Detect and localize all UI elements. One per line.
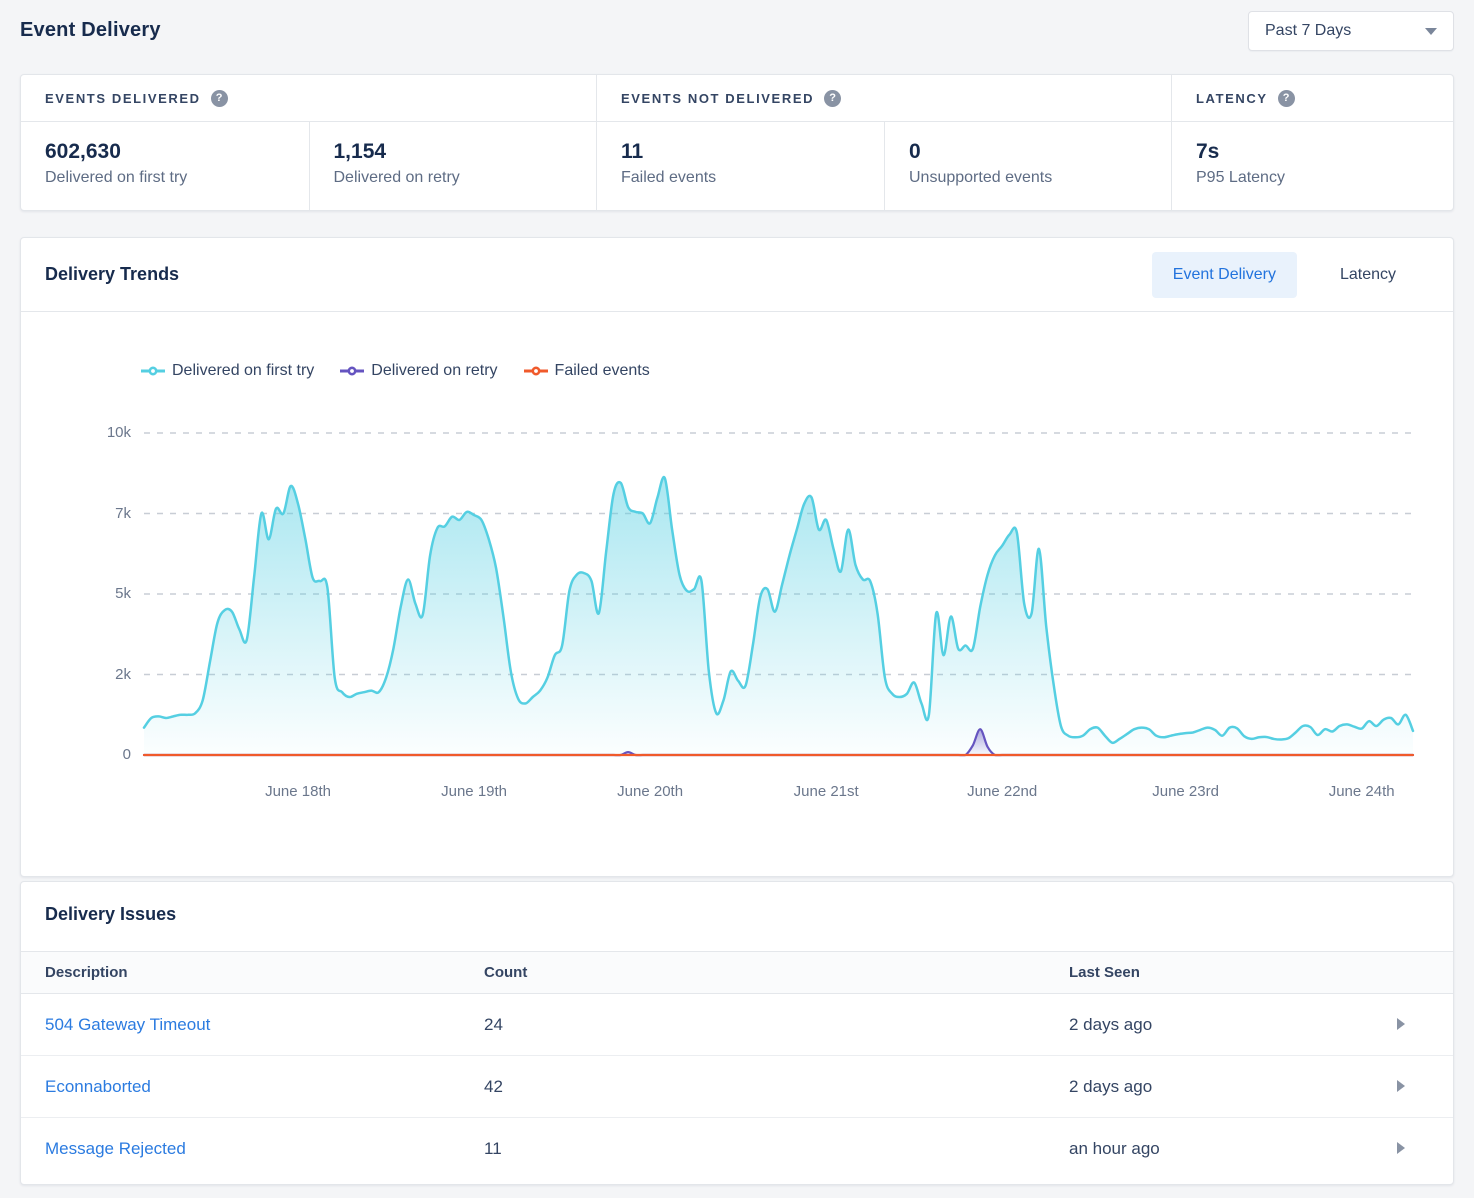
stat-caption: Failed events	[621, 169, 860, 187]
legend-label: Failed events	[555, 362, 650, 380]
x-axis-label: June 20th	[590, 783, 710, 800]
time-range-dropdown[interactable]: Past 7 Days	[1248, 11, 1454, 51]
legend-line-dot-icon	[340, 366, 364, 376]
delivery-trends-card: Delivery Trends Event Delivery Latency D…	[20, 237, 1454, 877]
issues-table-header: Description Count Last Seen	[21, 951, 1453, 994]
help-icon[interactable]: ?	[1278, 90, 1295, 107]
top-bar: Event Delivery Past 7 Days	[20, 0, 1454, 60]
x-axis-label: June 24th	[1302, 783, 1422, 800]
issue-link[interactable]: 504 Gateway Timeout	[45, 1015, 210, 1034]
x-axis-label: June 23rd	[1126, 783, 1246, 800]
stat-group-events-delivered: EVENTS DELIVERED ? 602,630 Delivered on …	[21, 75, 596, 210]
group-label: EVENTS NOT DELIVERED	[621, 91, 814, 106]
y-axis-label: 7k	[61, 504, 131, 524]
stat-caption: Delivered on retry	[334, 169, 573, 187]
column-header-last-seen: Last Seen	[1069, 964, 1397, 981]
stat-value: 602,630	[45, 139, 285, 165]
x-axis-label: June 22nd	[942, 783, 1062, 800]
table-row[interactable]: 504 Gateway Timeout 24 2 days ago	[21, 994, 1453, 1056]
count-cell: 42	[484, 1077, 1069, 1097]
x-axis-label: June 19th	[414, 783, 534, 800]
column-header-description: Description	[45, 964, 484, 981]
x-axis-label: June 21st	[766, 783, 886, 800]
stat-group-events-not-delivered: EVENTS NOT DELIVERED ? 11 Failed events …	[596, 75, 1171, 210]
event-delivery-page: Event Delivery Past 7 Days EVENTS DELIVE…	[0, 0, 1474, 1185]
help-icon[interactable]: ?	[211, 90, 228, 107]
issues-title: Delivery Issues	[45, 904, 1429, 925]
issues-table: Description Count Last Seen 504 Gateway …	[21, 951, 1453, 1180]
tab-latency[interactable]: Latency	[1319, 252, 1417, 298]
help-icon[interactable]: ?	[824, 90, 841, 107]
chevron-right-icon[interactable]	[1397, 1018, 1405, 1030]
group-header: EVENTS NOT DELIVERED ?	[597, 75, 1171, 122]
group-body: 602,630 Delivered on first try 1,154 Del…	[21, 122, 596, 210]
legend-item-retry[interactable]: Delivered on retry	[340, 362, 497, 380]
stat-cell-p95-latency: 7s P95 Latency	[1172, 122, 1453, 210]
last-seen-cell: 2 days ago	[1069, 1077, 1397, 1097]
legend-line-dot-icon	[524, 366, 548, 376]
chevron-down-icon	[1425, 28, 1437, 35]
tab-event-delivery[interactable]: Event Delivery	[1152, 252, 1297, 298]
x-axis-label: June 18th	[238, 783, 358, 800]
last-seen-cell: 2 days ago	[1069, 1015, 1397, 1035]
stat-value: 11	[621, 139, 860, 165]
legend-item-failed[interactable]: Failed events	[524, 362, 650, 380]
stats-card: EVENTS DELIVERED ? 602,630 Delivered on …	[20, 74, 1454, 211]
group-label: EVENTS DELIVERED	[45, 91, 201, 106]
chevron-right-icon[interactable]	[1397, 1142, 1405, 1154]
last-seen-cell: an hour ago	[1069, 1139, 1397, 1159]
group-label: LATENCY	[1196, 91, 1268, 106]
issue-link[interactable]: Message Rejected	[45, 1139, 186, 1158]
issue-link[interactable]: Econnaborted	[45, 1077, 151, 1096]
stat-caption: Delivered on first try	[45, 169, 285, 187]
count-cell: 11	[484, 1139, 1069, 1159]
trends-title: Delivery Trends	[45, 264, 179, 285]
stat-cell-retry: 1,154 Delivered on retry	[309, 122, 597, 210]
table-row[interactable]: Message Rejected 11 an hour ago	[21, 1118, 1453, 1180]
series-first-try-area	[144, 477, 1413, 755]
page-title: Event Delivery	[20, 19, 161, 42]
legend-item-first-try[interactable]: Delivered on first try	[141, 362, 314, 380]
stat-value: 7s	[1196, 139, 1429, 165]
legend-label: Delivered on first try	[172, 362, 314, 380]
group-body: 11 Failed events 0 Unsupported events	[597, 122, 1171, 210]
chevron-right-icon[interactable]	[1397, 1080, 1405, 1092]
y-axis-label: 2k	[61, 665, 131, 685]
table-row[interactable]: Econnaborted 42 2 days ago	[21, 1056, 1453, 1118]
issues-title-row: Delivery Issues	[21, 882, 1453, 925]
stat-group-latency: LATENCY ? 7s P95 Latency	[1171, 75, 1453, 210]
chart-plot	[144, 432, 1413, 756]
legend-line-dot-icon	[141, 366, 165, 376]
stat-cell-first-try: 602,630 Delivered on first try	[21, 122, 309, 210]
y-axis-label: 5k	[61, 584, 131, 604]
stat-value: 1,154	[334, 139, 573, 165]
y-axis-label: 10k	[61, 423, 131, 443]
stat-caption: P95 Latency	[1196, 169, 1429, 187]
stat-cell-failed: 11 Failed events	[597, 122, 884, 210]
y-axis-label: 0	[61, 745, 131, 765]
stat-value: 0	[909, 139, 1147, 165]
delivery-issues-card: Delivery Issues Description Count Last S…	[20, 881, 1454, 1185]
trends-header: Delivery Trends Event Delivery Latency	[21, 238, 1453, 312]
group-header: EVENTS DELIVERED ?	[21, 75, 596, 122]
chart-legend: Delivered on first try Delivered on retr…	[141, 362, 650, 380]
column-header-count: Count	[484, 964, 1069, 981]
group-header: LATENCY ?	[1172, 75, 1453, 122]
stat-cell-unsupported: 0 Unsupported events	[884, 122, 1171, 210]
group-body: 7s P95 Latency	[1172, 122, 1453, 210]
count-cell: 24	[484, 1015, 1069, 1035]
trends-tab-group: Event Delivery Latency	[1152, 252, 1417, 298]
stat-caption: Unsupported events	[909, 169, 1147, 187]
time-range-selected: Past 7 Days	[1265, 22, 1351, 40]
legend-label: Delivered on retry	[371, 362, 497, 380]
